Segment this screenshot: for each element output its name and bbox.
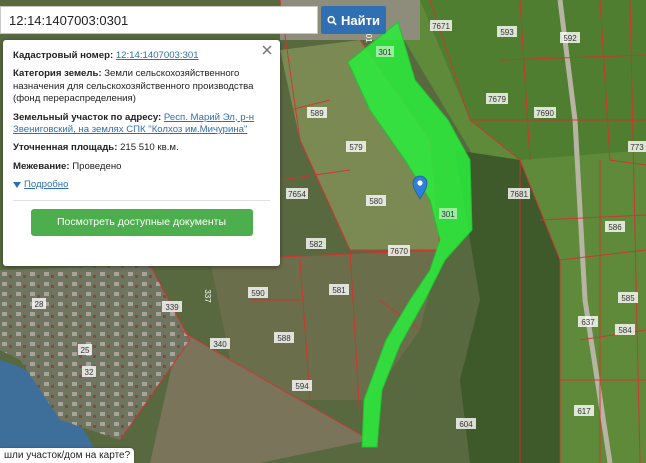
parcel-label: 301 <box>441 210 455 219</box>
parcel-label: 586 <box>608 223 622 232</box>
triangle-down-icon <box>13 182 21 189</box>
category-row: Категория земель: Земли сельскохозяйстве… <box>13 68 270 105</box>
parcel-label: 773 <box>630 143 644 152</box>
parcel-label: 594 <box>295 382 309 391</box>
parcel-label: 7690 <box>536 109 554 118</box>
close-icon[interactable] <box>261 44 273 56</box>
parcel-label: 580 <box>369 197 383 206</box>
parcel-label: 7679 <box>488 95 506 104</box>
parcel-label: 589 <box>310 109 324 118</box>
more-details-link[interactable]: Подробно <box>24 179 68 191</box>
parcel-label: 301 <box>378 48 392 57</box>
parcel-label: 604 <box>459 420 473 429</box>
parcel-label: 337 <box>203 289 212 303</box>
divider <box>13 199 270 201</box>
parcel-label: 637 <box>581 318 595 327</box>
cadastral-link[interactable]: 12:14:1407003:301 <box>116 50 199 61</box>
parcel-label: 28 <box>35 300 44 309</box>
survey-value: Проведено <box>72 160 122 172</box>
parcel-label: 593 <box>500 28 514 37</box>
address-row: Земельный участок по адресу: Респ. Марий… <box>13 112 270 137</box>
parcel-label: 7681 <box>510 190 528 199</box>
parcel-label: 339 <box>165 303 179 312</box>
search-button[interactable]: Найти <box>321 6 386 34</box>
parcel-label: 25 <box>81 346 90 355</box>
area-value: 215 510 кв.м. <box>120 142 179 154</box>
search-box <box>0 6 318 34</box>
parcel-label: 584 <box>618 326 632 335</box>
parcel-label: 579 <box>349 143 363 152</box>
search-input[interactable] <box>1 7 317 33</box>
parcel-info-panel: Кадастровый номер: 12:14:1407003:301 Кат… <box>3 40 280 266</box>
parcel-label: 581 <box>332 286 346 295</box>
search-button-label: Найти <box>341 12 380 28</box>
parcel-label: 32 <box>85 368 94 377</box>
parcel-label: 7654 <box>288 190 306 199</box>
survey-row: Межевание: Проведено <box>13 161 270 173</box>
more-details-toggle[interactable]: Подробно <box>13 179 270 191</box>
parcel-label: 592 <box>563 34 577 43</box>
address-label: Земельный участок по адресу: <box>13 111 162 123</box>
parcel-label: 7671 <box>432 22 450 31</box>
parcel-label: 585 <box>621 294 635 303</box>
parcel-label: 590 <box>251 289 265 298</box>
parcel-label: 340 <box>213 340 227 349</box>
survey-label: Межевание: <box>13 160 70 172</box>
area-label: Уточненная площадь: <box>13 142 118 154</box>
view-documents-button[interactable]: Посмотреть доступные документы <box>30 208 253 236</box>
search-icon <box>327 15 337 25</box>
parcel-label: 7670 <box>390 247 408 256</box>
cadastral-row: Кадастровый номер: 12:14:1407003:301 <box>13 50 270 62</box>
parcel-label: 588 <box>277 334 291 343</box>
cadastral-label: Кадастровый номер: <box>13 50 114 61</box>
parcel-label: 582 <box>309 240 323 249</box>
find-parcel-prompt[interactable]: шли участок/дом на карте? <box>0 448 135 463</box>
area-row: Уточненная площадь: 215 510 кв.м. <box>13 142 270 154</box>
parcel-label: 617 <box>577 407 591 416</box>
category-label: Категория земель: <box>13 68 102 80</box>
